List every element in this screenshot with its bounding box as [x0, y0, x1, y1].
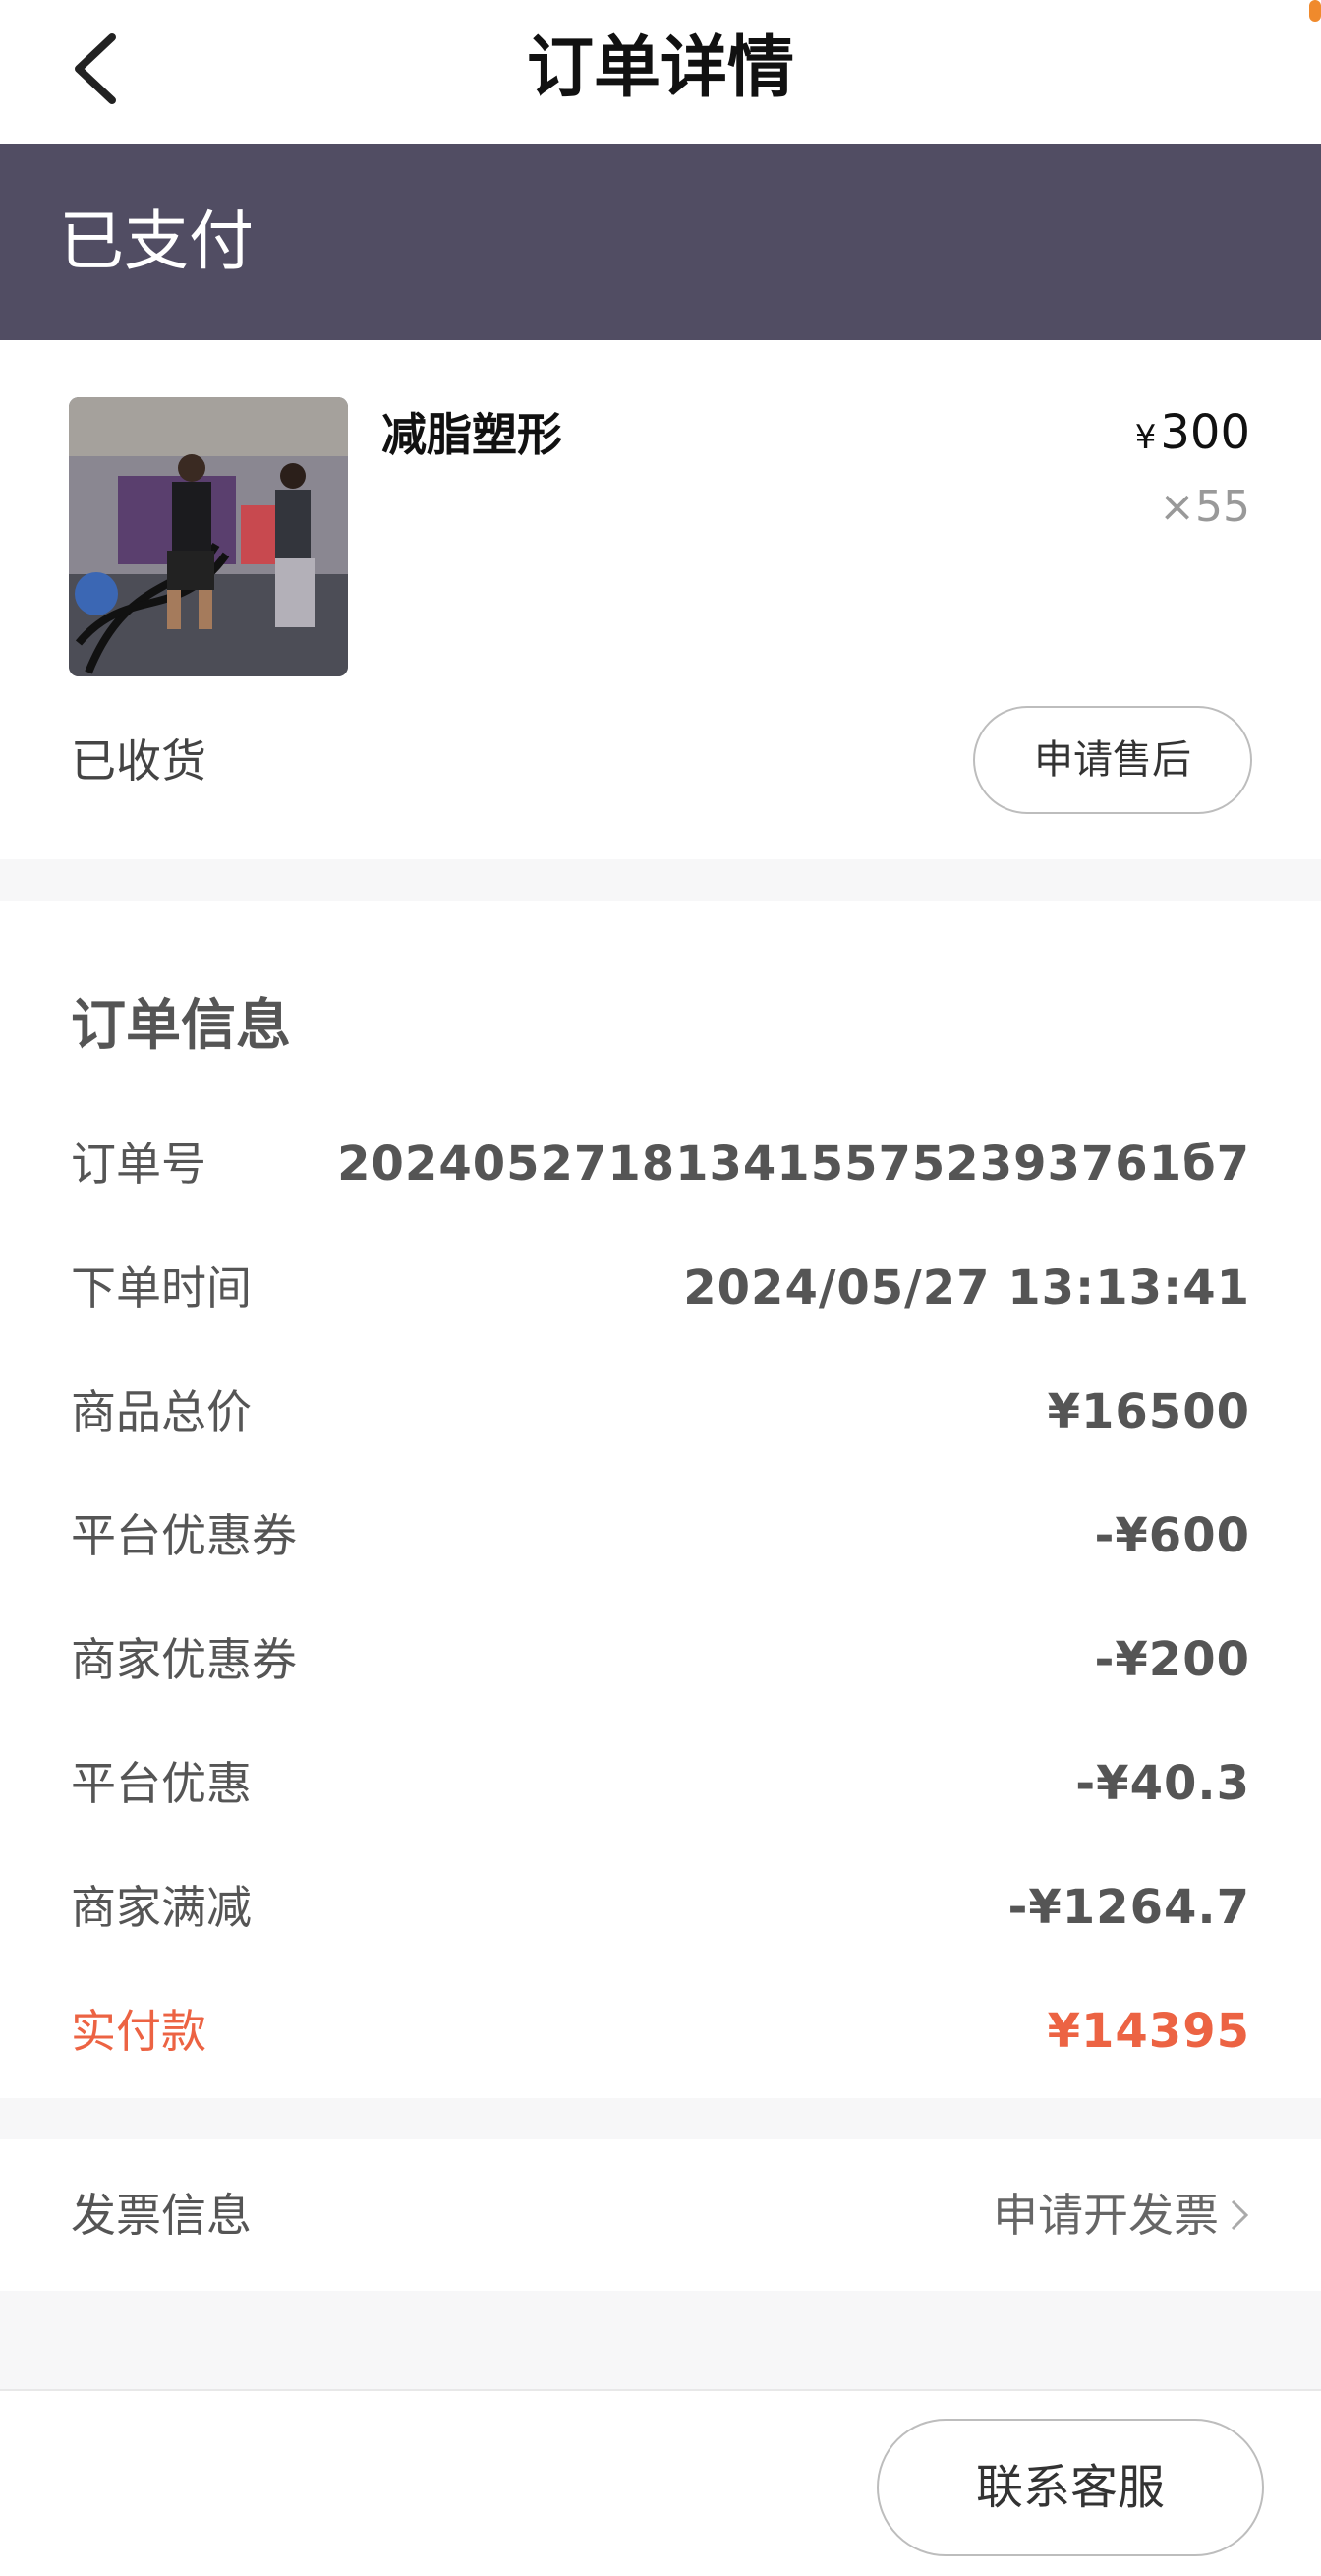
order-number-row: 订单号 2024052718134155752393761б7 — [71, 1125, 1250, 1203]
goods-total-row: 商品总价 ¥16500 — [71, 1373, 1250, 1451]
info-label: 下单时间 — [71, 1261, 252, 1315]
bottom-action-bar: 联系客服 — [0, 2389, 1321, 2576]
info-label: 订单号 — [71, 1138, 206, 1191]
info-label: 实付款 — [71, 2005, 206, 2058]
order-status: 已支付 — [59, 204, 254, 279]
price-value: 300 — [1160, 405, 1250, 460]
order-info-section: 订单信息 订单号 2024052718134155752393761б7 下单时… — [0, 901, 1321, 2098]
merchant-reduction: -¥1264.7 — [1007, 1880, 1250, 1935]
product-name[interactable]: 减脂塑形 — [381, 399, 562, 464]
order-number[interactable]: 2024052718134155752393761б7 — [337, 1125, 1250, 1203]
product-price: ¥300 — [1135, 405, 1250, 460]
platform-discount-row: 平台优惠 -¥40.3 — [71, 1744, 1250, 1823]
amount-paid: ¥14395 — [1047, 2004, 1250, 2059]
invoice-section[interactable]: 发票信息 申请开发票 — [0, 2139, 1321, 2291]
platform-coupon: -¥600 — [1094, 1508, 1250, 1563]
info-label: 平台优惠 — [71, 1757, 252, 1810]
invoice-label: 发票信息 — [71, 2189, 252, 2242]
section-title: 订单信息 — [71, 994, 291, 1058]
contact-support-button[interactable]: 联系客服 — [877, 2419, 1264, 2556]
after-sale-button[interactable]: 申请售后 — [973, 706, 1252, 814]
platform-coupon-row: 平台优惠券 -¥600 — [71, 1496, 1250, 1575]
order-time: 2024/05/27 13:13:41 — [683, 1260, 1250, 1316]
product-quantity: ×55 — [1159, 482, 1250, 532]
info-label: 平台优惠券 — [71, 1509, 297, 1562]
header-bar: 订单详情 — [0, 0, 1321, 144]
status-banner: 已支付 — [0, 144, 1321, 340]
scroll-indicator — [1309, 0, 1321, 22]
chevron-right-icon — [1231, 2199, 1249, 2231]
price-symbol: ¥ — [1134, 418, 1157, 457]
merchant-reduction-row: 商家满减 -¥1264.7 — [71, 1868, 1250, 1947]
platform-discount: -¥40.3 — [1075, 1756, 1250, 1811]
merchant-coupon-row: 商家优惠券 -¥200 — [71, 1620, 1250, 1699]
info-label: 商家优惠券 — [71, 1633, 297, 1686]
page-title: 订单详情 — [526, 29, 794, 107]
goods-total: ¥16500 — [1047, 1384, 1250, 1439]
merchant-coupon: -¥200 — [1094, 1632, 1250, 1687]
order-time-row: 下单时间 2024/05/27 13:13:41 — [71, 1249, 1250, 1327]
request-invoice-link[interactable]: 申请开发票 — [993, 2139, 1250, 2291]
receipt-status: 已收货 — [71, 734, 206, 788]
info-label: 商家满减 — [71, 1881, 252, 1934]
amount-paid-row: 实付款 ¥14395 — [71, 1992, 1250, 2071]
info-label: 商品总价 — [71, 1385, 252, 1438]
product-image[interactable] — [69, 397, 348, 676]
request-invoice-label: 申请开发票 — [993, 2189, 1219, 2242]
product-card: 减脂塑形 ¥300 ×55 已收货 申请售后 — [0, 340, 1321, 859]
